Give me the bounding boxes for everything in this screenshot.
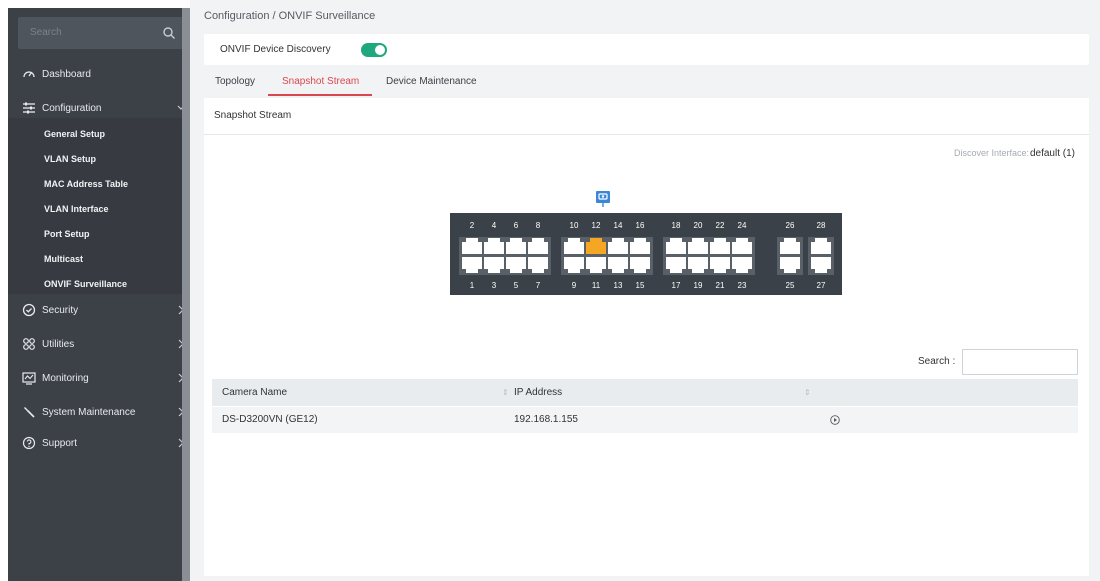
breadcrumb: Configuration / ONVIF Surveillance	[204, 10, 376, 22]
port-label: 10	[570, 221, 579, 230]
port-label: 21	[716, 281, 725, 290]
discovery-toggle[interactable]	[361, 43, 387, 57]
port-label: 1	[470, 281, 475, 290]
port-label: 16	[636, 221, 645, 230]
table-search-input[interactable]	[962, 349, 1078, 375]
configuration-icon	[23, 102, 35, 114]
discover-interface-value[interactable]: default (1)	[1030, 148, 1075, 159]
sidebar-subitem-vlan-interface[interactable]: VLAN Interface	[44, 204, 109, 214]
sidebar-item-label: System Maintenance	[42, 407, 136, 418]
sort-icon[interactable]: ⇕	[502, 388, 509, 397]
utilities-icon	[23, 338, 35, 350]
port-label: 7	[536, 281, 541, 290]
sidebar-item-label: Configuration	[42, 103, 102, 114]
sidebar-subitem-vlan-setup[interactable]: VLAN Setup	[44, 154, 96, 164]
port-label: 3	[492, 281, 497, 290]
monitoring-icon	[22, 372, 36, 385]
main-panel: Configuration / ONVIF Surveillance ONVIF…	[190, 0, 1100, 581]
discovery-label: ONVIF Device Discovery	[220, 44, 331, 55]
tab-snapshot-stream[interactable]: Snapshot Stream	[282, 76, 359, 87]
dashboard-icon	[23, 71, 35, 78]
support-icon	[22, 436, 36, 450]
wrench-icon	[24, 407, 35, 418]
port-label: 14	[614, 221, 623, 230]
table-search-label: Search :	[918, 356, 956, 367]
port-label: 25	[786, 281, 795, 290]
table-header: Camera Name ⇕ IP Address ⇕	[212, 379, 1078, 406]
port-label: 27	[817, 281, 826, 290]
sort-icon[interactable]: ⇕	[804, 388, 811, 397]
sidebar-scrollbar[interactable]	[182, 8, 190, 581]
switch-panel: 2 1 4 3 6 5 8 7 10 9 12 11 14 13 16 15 18 17 20 19 22 21 24 23 2…	[450, 213, 842, 295]
port-label: 17	[672, 281, 681, 290]
port-label: 20	[694, 221, 703, 230]
column-header-camera-name[interactable]: Camera Name	[222, 387, 287, 398]
port-label: 15	[636, 281, 645, 290]
sidebar-search-input[interactable]: Search	[18, 17, 186, 49]
sidebar-item-utilities[interactable]: Utilities	[8, 330, 190, 358]
sidebar-item-label: Utilities	[42, 339, 75, 350]
discovery-card: ONVIF Device Discovery	[204, 34, 1089, 65]
port-label: 4	[492, 221, 497, 230]
divider	[204, 134, 1089, 135]
port-label: 28	[817, 221, 826, 230]
sidebar: Search Dashboard Configuration General S…	[8, 8, 190, 581]
cell-camera-name: DS-D3200VN (GE12)	[222, 414, 318, 425]
discover-interface-label: Discover Interface:	[953, 148, 1029, 158]
port-label: 18	[672, 221, 681, 230]
port-label: 8	[536, 221, 541, 230]
camera-marker-icon[interactable]	[596, 191, 610, 207]
sidebar-item-label: Security	[42, 305, 79, 316]
sidebar-item-label: Dashboard	[42, 69, 91, 80]
play-circle-icon[interactable]	[830, 415, 840, 425]
sidebar-subitem-onvif-surveillance[interactable]: ONVIF Surveillance	[44, 279, 127, 289]
column-header-ip-address[interactable]: IP Address	[514, 387, 562, 398]
port-label: 24	[738, 221, 747, 230]
switch-ports: 2143658710912111413161518172019222124232…	[459, 221, 834, 290]
app-window: Search Dashboard Configuration General S…	[0, 0, 1100, 581]
sidebar-subitem-port-setup[interactable]: Port Setup	[44, 229, 90, 239]
sidebar-item-security[interactable]: Security	[8, 296, 190, 324]
port-label: 23	[738, 281, 747, 290]
port-label: 19	[694, 281, 703, 290]
port-label: 6	[514, 221, 519, 230]
sidebar-item-monitoring[interactable]: Monitoring	[8, 364, 190, 392]
cell-ip-address: 192.168.1.155	[514, 414, 578, 425]
tab-topology[interactable]: Topology	[215, 76, 255, 87]
port-label: 13	[614, 281, 623, 290]
active-tab-indicator	[268, 94, 372, 96]
port-label: 2	[470, 221, 475, 230]
search-icon[interactable]	[162, 26, 176, 40]
sidebar-item-system-maintenance[interactable]: System Maintenance	[8, 398, 190, 426]
sidebar-subitem-mac-address-table[interactable]: MAC Address Table	[44, 179, 128, 189]
tab-device-maintenance[interactable]: Device Maintenance	[386, 76, 477, 87]
port-label: 22	[716, 221, 725, 230]
content-title: Snapshot Stream	[214, 110, 292, 121]
sidebar-item-dashboard[interactable]: Dashboard	[8, 60, 190, 88]
sidebar-subitem-multicast[interactable]: Multicast	[44, 254, 83, 264]
port-label: 12	[592, 221, 601, 230]
content-panel: Snapshot Stream Discover Interface: defa…	[204, 98, 1089, 576]
port-label: 5	[514, 281, 519, 290]
table-row[interactable]: DS-D3200VN (GE12) 192.168.1.155	[212, 407, 1078, 433]
port-label: 9	[572, 281, 577, 290]
sidebar-subitem-general-setup[interactable]: General Setup	[44, 129, 105, 139]
security-icon	[22, 303, 36, 317]
port-label: 26	[786, 221, 795, 230]
sidebar-item-support[interactable]: Support	[8, 429, 190, 457]
sidebar-item-label: Monitoring	[42, 373, 89, 384]
port-label: 11	[592, 281, 601, 290]
sidebar-item-label: Support	[42, 438, 78, 449]
search-placeholder: Search	[30, 27, 62, 38]
configuration-submenu: General Setup VLAN Setup MAC Address Tab…	[8, 118, 190, 294]
